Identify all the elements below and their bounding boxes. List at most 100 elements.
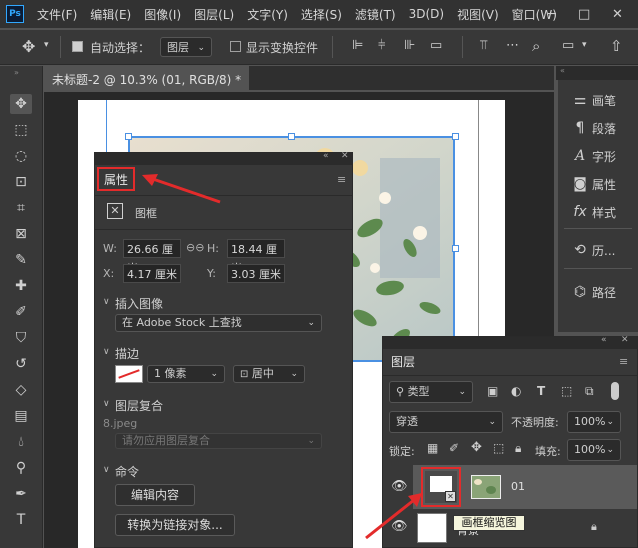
- chevron-down-icon[interactable]: ▾: [44, 40, 49, 50]
- lock-all-icon[interactable]: 🔒︎: [515, 441, 521, 456]
- filter-toggle[interactable]: [611, 382, 619, 400]
- dodge-tool-icon[interactable]: ⚲: [10, 458, 32, 478]
- insert-image-dropdown[interactable]: 在 Adobe Stock 上查找 ⌄: [115, 314, 322, 332]
- auto-select-dropdown[interactable]: 图层 ⌄: [160, 37, 212, 57]
- pen-tool-icon[interactable]: ✒︎: [10, 484, 32, 504]
- chevron-down-icon[interactable]: ∨: [103, 399, 110, 409]
- move-tool-icon[interactable]: ✥: [10, 94, 32, 114]
- align-right-icon[interactable]: ⊪: [404, 38, 415, 53]
- document-tab[interactable]: 未标题-2 @ 10.3% (01, RGB/8) * ×: [44, 66, 249, 111]
- lasso-tool-icon[interactable]: ◌: [10, 146, 32, 166]
- more-options-icon[interactable]: ⋯: [506, 38, 519, 53]
- x-input[interactable]: 4.17 厘米: [123, 264, 181, 283]
- workspace-icon[interactable]: ▭: [562, 38, 574, 53]
- stroke-section[interactable]: 描边: [115, 345, 139, 362]
- gradient-tool-icon[interactable]: ▤: [10, 406, 32, 426]
- layer-filter-dropdown[interactable]: ⚲ 类型 ⌄: [389, 381, 473, 403]
- frame-tool-icon[interactable]: ⊠: [10, 224, 32, 244]
- menu-layer[interactable]: 图层(L): [194, 6, 234, 23]
- align-top-icon[interactable]: ⫪: [480, 38, 487, 53]
- lock-transparent-icon[interactable]: ▦: [427, 441, 438, 455]
- menu-view[interactable]: 视图(V): [457, 6, 499, 23]
- close-icon[interactable]: ✕: [621, 335, 629, 345]
- transform-handle[interactable]: [452, 245, 459, 252]
- distribute-icon[interactable]: ▭: [430, 38, 442, 53]
- link-icon[interactable]: ⊖⊖: [186, 241, 204, 254]
- width-input[interactable]: 26.66 厘米: [123, 239, 181, 275]
- menu-select[interactable]: 选择(S): [301, 6, 342, 23]
- height-input[interactable]: 18.44 厘米: [227, 239, 285, 275]
- filter-shape-icon[interactable]: ⬚: [561, 384, 572, 398]
- panel-styles[interactable]: fx 样式: [568, 202, 638, 222]
- align-center-icon[interactable]: ⫩: [378, 38, 385, 53]
- marquee-tool-icon[interactable]: ⬚: [10, 120, 32, 140]
- collapse-icon[interactable]: «: [323, 151, 329, 161]
- filter-pixel-icon[interactable]: ▣: [487, 384, 498, 398]
- blur-tool-icon[interactable]: 💧︎: [10, 432, 32, 452]
- menu-file[interactable]: 文件(F): [37, 6, 77, 23]
- chevron-down-icon[interactable]: ▾: [582, 40, 587, 50]
- filter-smart-object-icon[interactable]: ⧉: [585, 384, 594, 399]
- panel-menu-icon[interactable]: ≡: [619, 355, 628, 368]
- edit-contents-button[interactable]: 编辑内容: [115, 484, 195, 506]
- brush-tool-icon[interactable]: ✐: [10, 302, 32, 322]
- menu-3d[interactable]: 3D(D): [409, 7, 444, 21]
- eraser-tool-icon[interactable]: ◇: [10, 380, 32, 400]
- search-icon[interactable]: ⌕: [532, 37, 540, 55]
- transform-handle[interactable]: [452, 133, 459, 140]
- history-brush-tool-icon[interactable]: ↺: [10, 354, 32, 374]
- panel-menu-icon[interactable]: ≡: [337, 173, 346, 186]
- panel-history[interactable]: ⟲ 历...: [568, 240, 638, 260]
- auto-select-checkbox[interactable]: [72, 41, 83, 52]
- close-icon[interactable]: ✕: [341, 151, 349, 161]
- chevron-down-icon[interactable]: ∨: [103, 347, 110, 357]
- stroke-align-dropdown[interactable]: ⊡ 居中 ⌄: [233, 365, 305, 383]
- crop-tool-icon[interactable]: ⌗: [10, 198, 32, 218]
- panel-character[interactable]: A 字形: [568, 146, 638, 166]
- expand-icon[interactable]: «: [560, 66, 565, 75]
- commands-section[interactable]: 命令: [115, 463, 139, 480]
- chevron-down-icon[interactable]: ∨: [103, 465, 110, 475]
- stroke-size-dropdown[interactable]: 1 像素 ⌄: [147, 365, 225, 383]
- healing-tool-icon[interactable]: ✚: [10, 276, 32, 296]
- collapse-icon[interactable]: »: [14, 68, 19, 77]
- y-input[interactable]: 3.03 厘米: [227, 264, 285, 283]
- insert-image-section[interactable]: 插入图像: [115, 295, 163, 312]
- lock-artboard-icon[interactable]: ⬚: [493, 441, 504, 455]
- panel-properties[interactable]: ◙ 属性: [568, 174, 638, 194]
- properties-tab[interactable]: 属性: [104, 171, 128, 188]
- lock-pixels-icon[interactable]: ✐: [449, 441, 459, 455]
- chevron-down-icon[interactable]: ∨: [103, 297, 110, 307]
- opacity-input[interactable]: 100% ⌄: [567, 411, 621, 433]
- move-tool-icon[interactable]: ✥: [22, 37, 35, 56]
- fill-input[interactable]: 100% ⌄: [567, 439, 621, 461]
- layer-name[interactable]: 01: [511, 480, 525, 493]
- menu-edit[interactable]: 编辑(E): [90, 6, 131, 23]
- close-button[interactable]: ✕: [612, 7, 623, 22]
- panel-paths[interactable]: ⌬ 路径: [568, 282, 638, 302]
- layer-comps-dropdown[interactable]: 请勿应用图层复合 ⌄: [115, 433, 322, 449]
- minimize-button[interactable]: ─: [548, 7, 556, 22]
- stroke-color-swatch[interactable]: [115, 365, 143, 383]
- show-transform-checkbox[interactable]: [230, 41, 241, 52]
- menu-filter[interactable]: 滤镜(T): [355, 6, 396, 23]
- frame-thumbnail[interactable]: ✕: [425, 471, 457, 503]
- filter-type-icon[interactable]: T: [537, 384, 545, 398]
- panel-paragraph[interactable]: ¶ 段落: [568, 118, 638, 138]
- transform-handle[interactable]: [288, 133, 295, 140]
- object-select-tool-icon[interactable]: ⊡: [10, 172, 32, 192]
- eyedropper-tool-icon[interactable]: ✎: [10, 250, 32, 270]
- maximize-button[interactable]: □: [578, 7, 590, 22]
- layer-content-thumbnail[interactable]: [471, 475, 501, 499]
- align-left-icon[interactable]: ⊫: [352, 38, 363, 53]
- lock-position-icon[interactable]: ✥: [471, 440, 482, 455]
- convert-to-linked-button[interactable]: 转换为链接对象...: [115, 514, 235, 536]
- stamp-tool-icon[interactable]: ⛉: [10, 328, 32, 348]
- menu-type[interactable]: 文字(Y): [247, 6, 288, 23]
- blend-mode-dropdown[interactable]: 穿透 ⌄: [389, 411, 503, 433]
- menu-image[interactable]: 图像(I): [144, 6, 181, 23]
- collapse-icon[interactable]: «: [601, 335, 607, 345]
- filter-adjustment-icon[interactable]: ◐: [511, 384, 521, 398]
- layers-tab[interactable]: 图层: [391, 353, 415, 370]
- type-tool-icon[interactable]: T: [10, 510, 32, 530]
